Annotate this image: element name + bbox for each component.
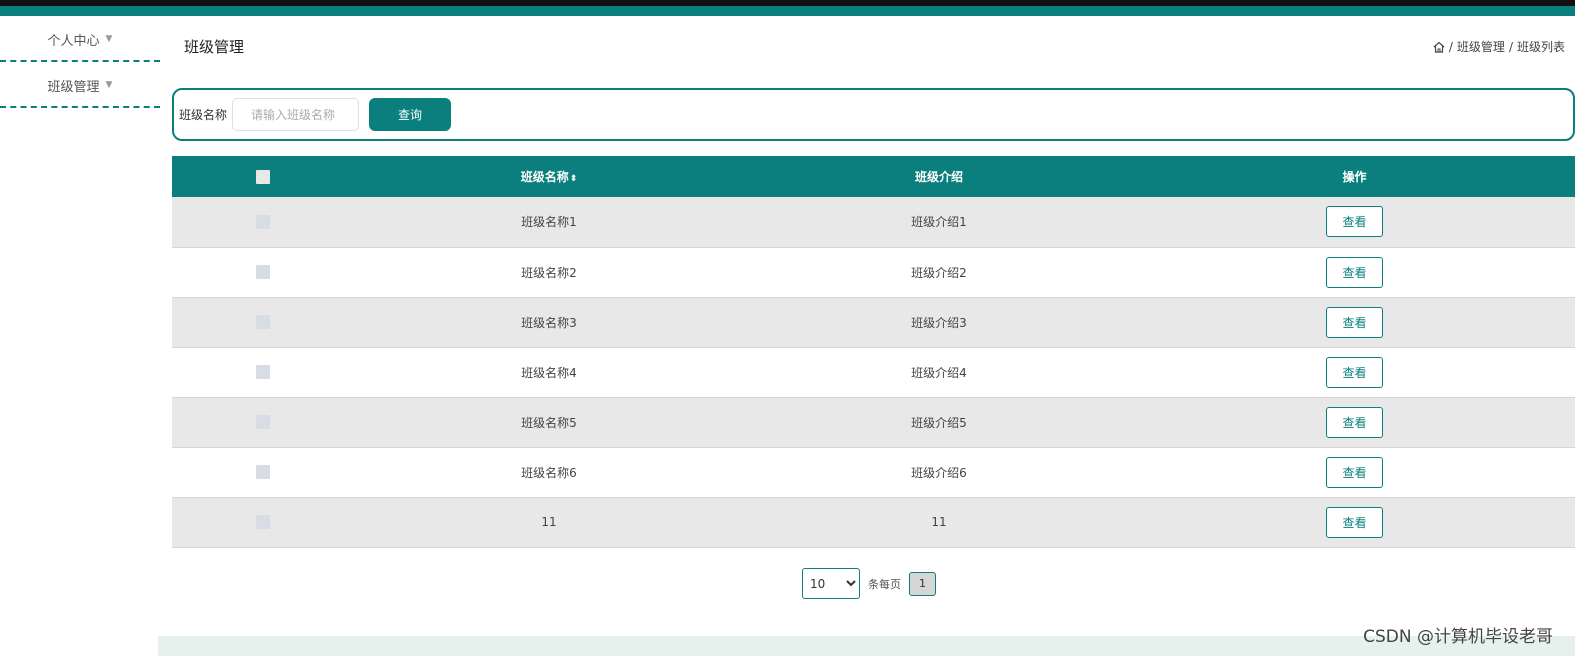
view-button[interactable]: 查看 (1326, 306, 1383, 338)
view-button[interactable]: 查看 (1326, 356, 1383, 388)
sidebar-item-label: 班级管理 (47, 79, 100, 95)
cell-class-name: 班级名称4 (354, 347, 744, 398)
cell-class-name: 班级名称6 (354, 447, 744, 498)
cell-class-intro: 班级介绍1 (744, 197, 1134, 248)
table-row: 班级名称4 班级介绍4 查看 (172, 347, 1575, 398)
watermark: CSDN @计算机毕设老哥 (1363, 627, 1553, 647)
home-icon[interactable] (1433, 41, 1445, 53)
row-checkbox[interactable] (256, 415, 270, 430)
query-button[interactable]: 查询 (369, 98, 452, 131)
row-checkbox[interactable] (256, 365, 270, 380)
cell-class-name: 班级名称3 (354, 297, 744, 348)
select-all-checkbox[interactable] (256, 169, 270, 184)
sidebar-item-label: 个人中心 (47, 33, 100, 49)
per-page-label: 条每页 (868, 577, 901, 591)
row-checkbox[interactable] (256, 515, 270, 530)
view-button[interactable]: 查看 (1326, 456, 1383, 488)
search-form: 班级名称 查询 (172, 88, 1575, 141)
breadcrumb-item-class-management[interactable]: 班级管理 (1457, 38, 1505, 55)
cell-class-intro: 班级介绍3 (744, 297, 1134, 348)
cell-class-name: 班级名称1 (354, 197, 744, 248)
cell-class-name: 班级名称2 (354, 247, 744, 298)
table-row: 班级名称3 班级介绍3 查看 (172, 297, 1575, 348)
header-class-intro: 班级介绍 (744, 156, 1134, 197)
header-operation: 操作 (1134, 156, 1575, 197)
sidebar-item-personal-center[interactable]: 个人中心 ▼ (0, 18, 160, 62)
table-row: 班级名称2 班级介绍2 查看 (172, 247, 1575, 298)
caret-down-icon: ▼ (105, 34, 113, 44)
page-title: 班级管理 (184, 38, 245, 56)
sidebar-item-class-management[interactable]: 班级管理 ▼ (0, 64, 160, 108)
cell-class-intro: 班级介绍6 (744, 447, 1134, 498)
class-name-search-input[interactable] (232, 98, 360, 131)
view-button[interactable]: 查看 (1326, 206, 1383, 238)
class-table: 班级名称⬍ 班级介绍 操作 班级名称1 班级介绍1 查看 班级名称2 班级介绍2… (172, 156, 1575, 548)
cell-class-intro: 11 (744, 497, 1134, 548)
view-button[interactable]: 查看 (1326, 256, 1383, 288)
table-row: 班级名称5 班级介绍5 查看 (172, 397, 1575, 448)
view-button[interactable]: 查看 (1326, 406, 1383, 438)
cell-class-intro: 班级介绍5 (744, 397, 1134, 448)
sidebar: 个人中心 ▼ 班级管理 ▼ (0, 16, 160, 656)
sort-icon[interactable]: ⬍ (570, 174, 578, 184)
header-class-name[interactable]: 班级名称⬍ (354, 156, 744, 197)
header-select-all[interactable] (172, 156, 354, 197)
main-content: 班级管理 / 班级管理 / 班级列表 班级名称 查询 班级名称⬍ 班级介绍 操作… (172, 16, 1575, 656)
top-bar (0, 0, 1575, 16)
pagination: 10 条每页 1 (802, 568, 936, 599)
cell-class-name: 班级名称5 (354, 397, 744, 448)
cell-class-intro: 班级介绍2 (744, 247, 1134, 298)
caret-down-icon: ▼ (105, 80, 113, 90)
row-checkbox[interactable] (256, 265, 270, 280)
search-label: 班级名称 (179, 108, 228, 122)
table-row: 班级名称1 班级介绍1 查看 (172, 197, 1575, 248)
table-header-row: 班级名称⬍ 班级介绍 操作 (172, 156, 1575, 197)
table-row: 班级名称6 班级介绍6 查看 (172, 447, 1575, 498)
row-checkbox[interactable] (256, 465, 270, 480)
row-checkbox[interactable] (256, 315, 270, 330)
row-checkbox[interactable] (256, 215, 270, 229)
cell-class-name: 11 (354, 497, 744, 548)
page-button-current[interactable]: 1 (909, 571, 936, 596)
cell-class-intro: 班级介绍4 (744, 347, 1134, 398)
table-row: 11 11 查看 (172, 497, 1575, 548)
page-size-select[interactable]: 10 (802, 568, 860, 599)
breadcrumb: / 班级管理 / 班级列表 (1433, 38, 1565, 55)
view-button[interactable]: 查看 (1326, 506, 1383, 538)
breadcrumb-item-class-list: 班级列表 (1516, 40, 1565, 54)
